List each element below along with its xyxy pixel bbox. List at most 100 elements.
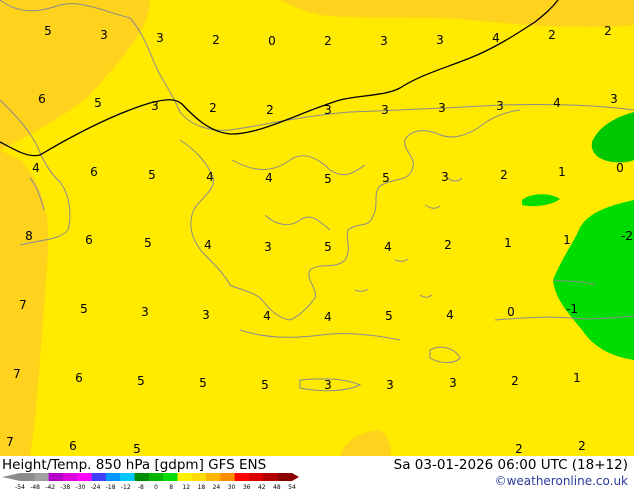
value-label: 0 xyxy=(616,161,624,175)
colorbar-swatch xyxy=(163,473,178,481)
value-label: 8 xyxy=(25,229,33,243)
value-label: 3 xyxy=(264,240,272,254)
value-label: 1 xyxy=(563,233,571,247)
colorbar-tick-label: -38 xyxy=(60,484,70,490)
value-label: 2 xyxy=(604,24,612,38)
value-label: 7 xyxy=(13,367,21,381)
value-label: 2 xyxy=(444,238,452,252)
value-label: -2 xyxy=(621,229,633,243)
colorbar-tick-label: 8 xyxy=(169,484,173,490)
colorbar-swatch xyxy=(77,473,92,481)
value-label: 1 xyxy=(558,165,566,179)
value-label: 4 xyxy=(206,170,214,184)
colorbar-swatch xyxy=(134,473,150,481)
colorbar-swatch xyxy=(20,473,35,481)
value-label: 5 xyxy=(133,442,141,456)
colorbar-arrow-right xyxy=(292,473,299,481)
value-label: 3 xyxy=(141,305,149,319)
value-label: 4 xyxy=(204,238,212,252)
colorbar-swatch xyxy=(277,473,293,481)
value-label: 5 xyxy=(137,374,145,388)
value-label: 3 xyxy=(449,376,457,390)
valid-time: Sa 03-01-2026 06:00 UTC (18+12) xyxy=(393,457,628,473)
colorbar-tick-label: -12 xyxy=(121,484,131,490)
value-label: 5 xyxy=(382,171,390,185)
colorbar-tick-label: 18 xyxy=(198,484,206,490)
value-label: 5 xyxy=(324,240,332,254)
value-label: 6 xyxy=(75,371,83,385)
value-label: 0 xyxy=(268,34,276,48)
colorbar-swatch xyxy=(191,473,207,481)
credit-link[interactable]: ©weatheronline.co.uk xyxy=(495,474,628,488)
value-label: 5 xyxy=(80,302,88,316)
colorbar-tick-label: -48 xyxy=(30,484,40,490)
colorbar-swatch xyxy=(263,473,278,481)
value-label: 4 xyxy=(265,171,273,185)
value-label: 3 xyxy=(380,34,388,48)
value-label: 2 xyxy=(209,101,217,115)
colorbar-tick-label: 54 xyxy=(288,484,296,490)
value-label: 3 xyxy=(324,103,332,117)
colorbar-swatch xyxy=(220,473,236,481)
colorbar-tick-label: 0 xyxy=(154,484,158,490)
value-label: 3 xyxy=(441,170,449,184)
value-label: 4 xyxy=(446,308,454,322)
value-label: 5 xyxy=(144,236,152,250)
value-label: 3 xyxy=(438,101,446,115)
value-label: 3 xyxy=(156,31,164,45)
colorbar-swatch xyxy=(206,473,221,481)
value-label: 4 xyxy=(32,161,40,175)
value-label: 3 xyxy=(381,103,389,117)
value-label: 4 xyxy=(492,31,500,45)
value-label: 3 xyxy=(436,33,444,47)
value-label: -1 xyxy=(566,302,578,316)
value-label: 5 xyxy=(324,172,332,186)
footer-bar: Height/Temp. 850 hPa [gdpm] GFS ENS Sa 0… xyxy=(0,456,634,490)
colorbar-tick-label: -24 xyxy=(91,484,101,490)
colorbar-tick-label: -54 xyxy=(15,484,25,490)
value-label: 5 xyxy=(385,309,393,323)
value-label: 1 xyxy=(573,371,581,385)
colorbar-tick-label: 24 xyxy=(213,484,221,490)
colorbar-tick-label: 12 xyxy=(182,484,190,490)
value-label: 2 xyxy=(500,168,508,182)
colorbar-swatch xyxy=(148,473,164,481)
value-label: 3 xyxy=(610,92,618,106)
colorbar-swatch xyxy=(249,473,264,481)
value-label: 2 xyxy=(266,103,274,117)
value-label: 3 xyxy=(386,378,394,392)
colorbar-swatch xyxy=(34,473,49,481)
value-label: 4 xyxy=(553,96,561,110)
value-label: 6 xyxy=(38,92,46,106)
value-label: 0 xyxy=(507,305,515,319)
value-label: 3 xyxy=(151,99,159,113)
colorbar-swatch xyxy=(105,473,121,481)
colorbar-tick-label: 48 xyxy=(273,484,281,490)
value-label: 7 xyxy=(6,435,14,449)
value-label: 6 xyxy=(69,439,77,453)
colorbar-tick-label: 36 xyxy=(243,484,251,490)
value-label: 5 xyxy=(199,376,207,390)
value-label: 3 xyxy=(100,28,108,42)
value-label: 2 xyxy=(548,28,556,42)
colorbar-swatch xyxy=(177,473,193,481)
colorbar-swatch xyxy=(91,473,107,481)
value-label: 5 xyxy=(94,96,102,110)
value-label: 4 xyxy=(384,240,392,254)
colorbar-swatch xyxy=(48,473,64,481)
value-label: 2 xyxy=(515,442,523,456)
value-label: 6 xyxy=(90,165,98,179)
colorbar-tick-label: -30 xyxy=(76,484,86,490)
value-label: 4 xyxy=(263,309,271,323)
value-label: 1 xyxy=(504,236,512,250)
value-label: 7 xyxy=(19,298,27,312)
colorbar-swatch xyxy=(234,473,250,481)
colorbar-arrow-left xyxy=(2,473,20,481)
value-label: 2 xyxy=(212,33,220,47)
value-label: 5 xyxy=(148,168,156,182)
value-label: 6 xyxy=(85,233,93,247)
colorbar-tick-label: -8 xyxy=(138,484,144,490)
value-label: 5 xyxy=(261,378,269,392)
value-label: 2 xyxy=(578,439,586,453)
value-label: 4 xyxy=(324,310,332,324)
